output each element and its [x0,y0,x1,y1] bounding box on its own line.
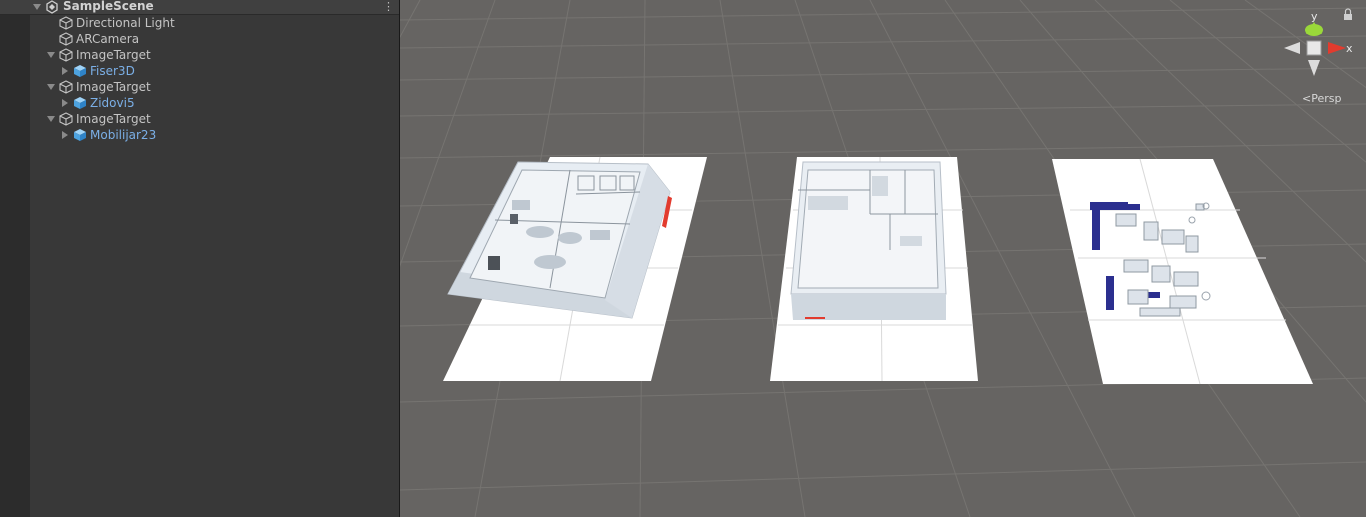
hierarchy-item-label: Directional Light [76,16,175,30]
foldout-arrow-icon[interactable] [62,99,68,107]
image-target-zidovi5[interactable] [770,156,978,382]
hierarchy-item-label: ImageTarget [76,48,151,62]
prefab-cube-icon [74,129,86,141]
hierarchy-panel: SampleScene ⋮ Directional Light ARCamera… [0,0,400,517]
foldout-arrow-icon[interactable] [47,84,55,90]
hierarchy-item-zidovi5[interactable]: Zidovi5 [0,95,399,111]
foldout-arrow-icon[interactable] [62,131,68,139]
scene-view-viewport[interactable]: y x <Persp [400,0,1366,517]
hierarchy-item-label: Zidovi5 [90,96,135,110]
cube-outline-icon [59,112,73,126]
scene-header-row[interactable]: SampleScene ⋮ [0,0,399,15]
cube-outline-icon [59,32,73,46]
hierarchy-item-imagetarget-2[interactable]: ImageTarget [0,79,399,95]
lock-icon[interactable] [1344,8,1352,20]
hierarchy-item-label: ARCamera [76,32,140,46]
gizmo-y-label: y [1311,10,1318,23]
image-target-mobilijar23[interactable] [1052,158,1313,385]
foldout-arrow-icon[interactable] [62,67,68,75]
scene-foldout-arrow-icon[interactable] [33,4,41,10]
prefab-cube-icon [74,65,86,77]
image-target-fiser3d[interactable] [443,156,707,382]
foldout-arrow-icon[interactable] [47,116,55,122]
orientation-gizmo[interactable]: y x [1284,8,1353,76]
cube-outline-icon [59,16,73,30]
hierarchy-item-mobilijar23[interactable]: Mobilijar23 [0,127,399,143]
cube-outline-icon [59,80,73,94]
scene-name: SampleScene [63,0,154,13]
kebab-menu-icon[interactable]: ⋮ [383,0,394,14]
unity-scene-icon [46,0,58,14]
hierarchy-item-label: ImageTarget [76,80,151,94]
hierarchy-item-arcamera[interactable]: ARCamera [0,31,399,47]
hierarchy-item-label: Mobilijar23 [90,128,157,142]
hierarchy-item-directional-light[interactable]: Directional Light [0,15,399,31]
prefab-cube-icon [74,97,86,109]
hierarchy-item-label: Fiser3D [90,64,135,78]
hierarchy-item-fiser3d[interactable]: Fiser3D [0,63,399,79]
foldout-arrow-icon[interactable] [47,52,55,58]
projection-toggle[interactable]: <Persp [1302,92,1341,105]
hierarchy-item-imagetarget-3[interactable]: ImageTarget [0,111,399,127]
hierarchy-item-label: ImageTarget [76,112,151,126]
projection-label: Persp [1311,92,1342,105]
gizmo-center-cube[interactable] [1306,40,1322,56]
scene-view-canvas[interactable]: y x [400,0,1366,517]
hierarchy-item-imagetarget-1[interactable]: ImageTarget [0,47,399,63]
cube-outline-icon [59,48,73,62]
chevron-left-icon: < [1302,92,1312,105]
gizmo-x-label: x [1346,42,1353,55]
